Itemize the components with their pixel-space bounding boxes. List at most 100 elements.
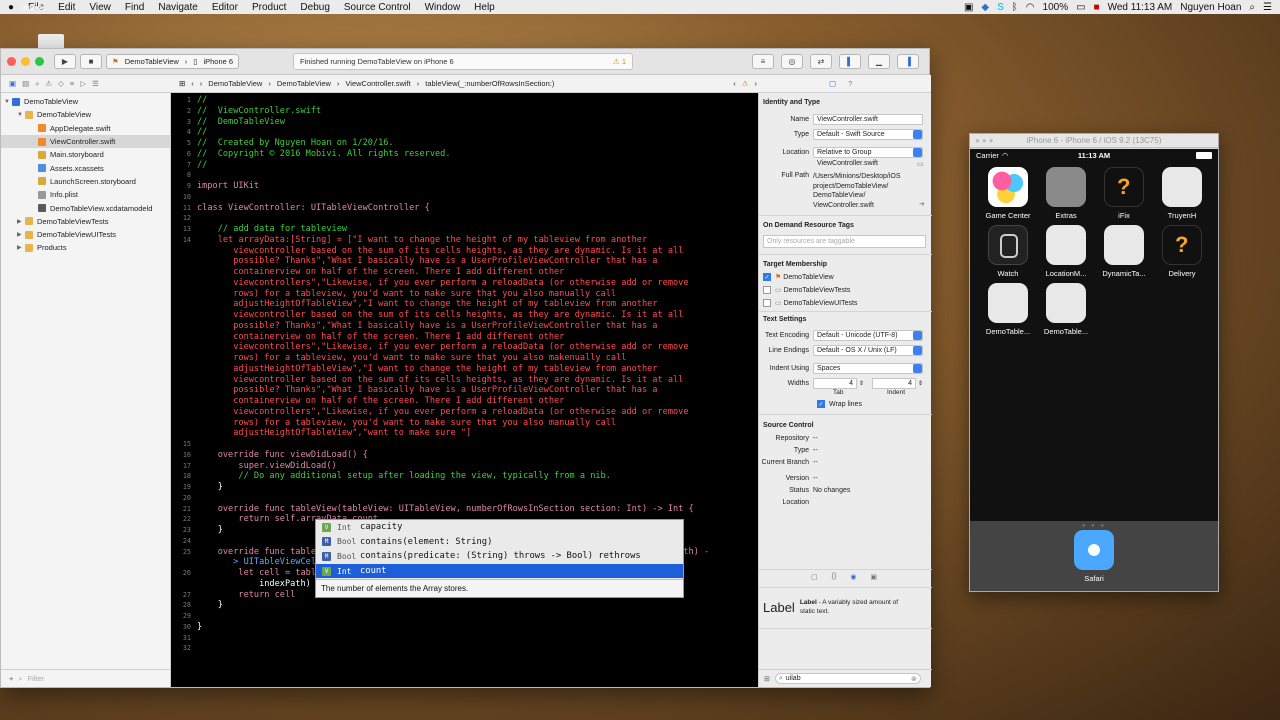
code-line[interactable]: class ViewController: UITableViewControl… bbox=[197, 203, 430, 213]
code-line[interactable]: rows) for a tableview, you'd want to mak… bbox=[197, 353, 626, 363]
disclosure-triangle-icon[interactable]: ▼ bbox=[17, 112, 25, 118]
name-field[interactable]: ViewController.swift bbox=[813, 114, 923, 125]
menu-debug[interactable]: Debug bbox=[300, 2, 329, 13]
code-line[interactable]: rows) for a tableview, you'd want to mak… bbox=[197, 418, 616, 428]
navigator-item[interactable]: ▼ DemoTableView bbox=[1, 95, 170, 108]
code-line[interactable]: return cell bbox=[197, 590, 295, 600]
notification-center-icon[interactable]: ☰ bbox=[1263, 2, 1272, 13]
related-items-icon[interactable]: ⊞ bbox=[179, 79, 185, 88]
disclosure-triangle-icon[interactable]: ▶ bbox=[17, 244, 25, 251]
code-line[interactable]: adjustHeightOfTableView","I want to chan… bbox=[197, 299, 657, 309]
code-line[interactable]: containerview on half of the screen. The… bbox=[197, 332, 564, 342]
disclosure-triangle-icon[interactable]: ▼ bbox=[4, 99, 12, 105]
target-checkbox[interactable] bbox=[763, 286, 771, 294]
app-icon-grid[interactable]: DemoTable... bbox=[982, 283, 1034, 336]
navigator-item[interactable]: Info.plist bbox=[1, 188, 170, 201]
toggle-utilities-button[interactable]: ▐ bbox=[897, 54, 919, 69]
app-icon-grid[interactable]: DynamicTa... bbox=[1098, 225, 1150, 278]
menubar-user[interactable]: Nguyen Hoan bbox=[1180, 2, 1241, 13]
navigator-item[interactable]: ▶ DemoTableViewTests bbox=[1, 215, 170, 228]
code-line[interactable]: viewcontrollers","Likewise, if you ever … bbox=[197, 407, 688, 417]
version-editor-button[interactable]: ⇄ bbox=[810, 54, 832, 69]
assistant-editor-button[interactable]: ◎ bbox=[781, 54, 803, 69]
menu-navigate[interactable]: Navigate bbox=[158, 2, 197, 13]
code-line[interactable]: adjustHeightOfTableView","want to make s… bbox=[197, 428, 471, 438]
location-popup[interactable]: Relative to Group bbox=[813, 147, 923, 158]
clear-search-icon[interactable]: ⊗ bbox=[911, 675, 917, 683]
wrap-lines-row[interactable]: ✓ Wrap lines bbox=[817, 400, 862, 408]
completion-item[interactable]: M Bool contains(element: String) bbox=[316, 535, 683, 550]
code-line[interactable]: } bbox=[197, 482, 223, 492]
navigator-item[interactable]: Main.storyboard bbox=[1, 148, 170, 161]
code-line[interactable]: viewcontrollers","Likewise, if you ever … bbox=[197, 342, 688, 352]
debug-navigator-icon[interactable]: ≡ bbox=[70, 79, 74, 89]
forward-button[interactable]: › bbox=[200, 79, 203, 88]
menu-view[interactable]: View bbox=[89, 2, 111, 13]
code-line[interactable]: possible? Thanks","What I basically have… bbox=[197, 256, 657, 266]
minimize-window-button[interactable] bbox=[21, 57, 30, 66]
status-wifi-icon[interactable]: ◠ bbox=[1026, 2, 1035, 13]
navigator-item[interactable]: ▶ Products bbox=[1, 241, 170, 254]
menu-help[interactable]: Help bbox=[474, 2, 495, 13]
navigator-item[interactable]: LaunchScreen.storyboard bbox=[1, 175, 170, 188]
code-line[interactable]: override func viewDidLoad() { bbox=[197, 450, 368, 460]
code-line[interactable]: // DemoTableView bbox=[197, 117, 285, 127]
code-line[interactable]: override func tableView(tableView: UITab… bbox=[197, 504, 694, 514]
add-icon[interactable]: + bbox=[9, 674, 13, 683]
run-button[interactable]: ▶ bbox=[54, 54, 76, 69]
menu-editor[interactable]: Editor bbox=[212, 2, 238, 13]
code-snippet-library-icon[interactable]: {} bbox=[832, 573, 837, 581]
close-window-button[interactable] bbox=[7, 57, 16, 66]
code-line[interactable]: // Created by Nguyen Hoan on 1/20/16. bbox=[197, 138, 394, 148]
code-line[interactable]: possible? Thanks","What I basically have… bbox=[197, 385, 657, 395]
code-line[interactable]: // bbox=[197, 160, 207, 170]
indent-stepper[interactable]: ⇕ bbox=[918, 380, 923, 387]
battery-icon[interactable]: ▭ bbox=[1076, 2, 1085, 13]
jump-project[interactable]: DemoTableView bbox=[208, 79, 262, 88]
code-line[interactable]: // Do any additional setup after loading… bbox=[197, 471, 611, 481]
menu-find[interactable]: Find bbox=[125, 2, 144, 13]
code-line[interactable]: viewcontroller based on the sum of its c… bbox=[197, 375, 683, 385]
tab-width-field[interactable]: 4 bbox=[813, 378, 857, 389]
status-shield-icon[interactable]: ◆ bbox=[981, 2, 989, 13]
input-flag-icon[interactable]: ■ bbox=[1094, 2, 1100, 13]
test-navigator-icon[interactable]: ◇ bbox=[58, 79, 64, 89]
status-bluetooth-icon[interactable]: ᛒ bbox=[1012, 2, 1018, 13]
jump-group[interactable]: DemoTableView bbox=[277, 79, 331, 88]
file-inspector-icon[interactable]: ▢ bbox=[829, 79, 836, 88]
target-checkbox[interactable]: ✓ bbox=[763, 273, 771, 281]
warning-count[interactable]: ⚠ 1 bbox=[613, 57, 626, 66]
code-line[interactable]: import UIKit bbox=[197, 181, 259, 191]
code-line[interactable]: viewcontroller based on the sum of its c… bbox=[197, 310, 683, 320]
issue-navigator-icon[interactable]: ⚠ bbox=[45, 79, 52, 89]
warning-icon[interactable]: ⚠ bbox=[742, 79, 749, 88]
code-line[interactable]: viewcontroller based on the sum of its c… bbox=[197, 246, 683, 256]
breakpoint-navigator-icon[interactable]: ▷ bbox=[80, 79, 86, 89]
menu-product[interactable]: Product bbox=[252, 2, 286, 13]
object-library-icon[interactable]: ◉ bbox=[850, 573, 856, 581]
project-navigator-icon[interactable]: ▣ bbox=[9, 79, 16, 89]
target-checkbox[interactable] bbox=[763, 299, 771, 307]
app-icon-ifix[interactable]: ? iFix bbox=[1098, 167, 1150, 220]
code-line[interactable]: rows) for a tableview, you'd want to mak… bbox=[197, 289, 616, 299]
folder-icon[interactable]: ▭ bbox=[917, 160, 924, 168]
navigator-item[interactable]: ViewController.swift bbox=[1, 134, 170, 149]
app-icon-watch[interactable]: Watch bbox=[982, 225, 1034, 278]
navigator-item[interactable]: Assets.xcassets bbox=[1, 161, 170, 174]
status-skype-icon[interactable]: S bbox=[997, 2, 1004, 13]
navigator-item[interactable]: ▶ DemoTableViewUITests bbox=[1, 228, 170, 241]
code-line[interactable]: // ViewController.swift bbox=[197, 106, 321, 116]
line-endings-popup[interactable]: Default - OS X / Unix (LF) bbox=[813, 345, 923, 356]
app-icon-grid[interactable]: DemoTable... bbox=[1040, 283, 1092, 336]
code-line[interactable]: viewcontrollers","Likewise, if you ever … bbox=[197, 278, 688, 288]
dock-app-safari[interactable]: Safari bbox=[1068, 530, 1120, 583]
zoom-window-button[interactable] bbox=[35, 57, 44, 66]
back-button[interactable]: ‹ bbox=[191, 79, 194, 88]
type-popup[interactable]: Default - Swift Source bbox=[813, 129, 923, 140]
completion-item[interactable]: M Bool contains(predicate: (String) throws… bbox=[316, 549, 683, 564]
code-line[interactable]: adjustHeightOfTableView","I want to chan… bbox=[197, 364, 657, 374]
report-navigator-icon[interactable]: ☰ bbox=[92, 79, 99, 89]
code-line[interactable]: let arrayData:[String] = ["I want to cha… bbox=[197, 235, 647, 245]
target-row[interactable]: ▭ DemoTableViewTests bbox=[763, 286, 850, 294]
app-icon-extras[interactable]: Extras bbox=[1040, 167, 1092, 220]
